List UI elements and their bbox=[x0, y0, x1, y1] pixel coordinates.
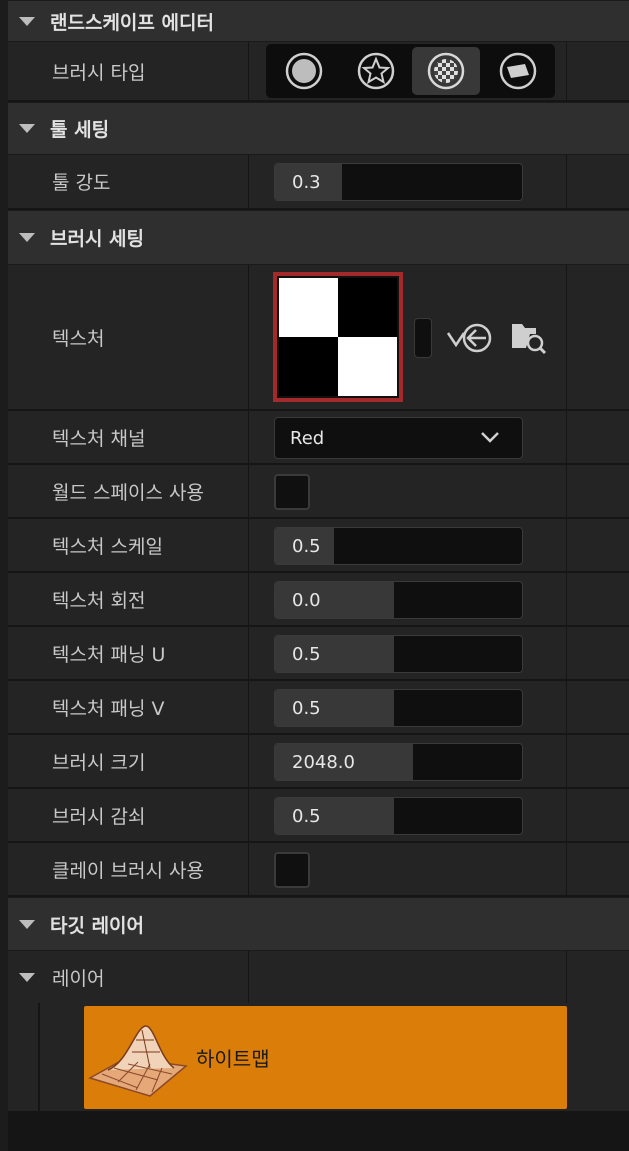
collapse-triangle-icon[interactable] bbox=[19, 973, 35, 982]
brush-falloff-field[interactable]: 0.5 bbox=[274, 797, 523, 835]
brush-type-label: 브러시 타입 bbox=[52, 61, 146, 84]
layer-list: 하이트맵 bbox=[8, 1003, 629, 1111]
section-title: 랜드스케이프 에디터 bbox=[50, 11, 214, 34]
row-tool-strength: 툴 강도 0.3 bbox=[8, 155, 629, 210]
texture-scale-field[interactable]: 0.5 bbox=[274, 527, 523, 565]
use-world-space-checkbox[interactable] bbox=[274, 474, 310, 510]
row-texture-scale: 텍스처 스케일 0.5 bbox=[8, 519, 629, 573]
brush-size-field[interactable]: 2048.0 bbox=[274, 743, 523, 781]
brush-size-value: 2048.0 bbox=[292, 751, 355, 773]
texture-pan-v-value: 0.5 bbox=[292, 697, 321, 719]
row-use-clay-brush: 클레이 브러시 사용 bbox=[8, 843, 629, 897]
texture-rotation-label: 텍스처 회전 bbox=[52, 589, 146, 612]
layer-item-heightmap[interactable]: 하이트맵 bbox=[84, 1006, 567, 1109]
brush-type-circle-button[interactable] bbox=[270, 47, 338, 95]
row-brush-size: 브러시 크기 2048.0 bbox=[8, 735, 629, 789]
use-clay-brush-label: 클레이 브러시 사용 bbox=[52, 859, 204, 882]
section-title: 타깃 레이어 bbox=[50, 914, 145, 937]
section-target-layers[interactable]: 타깃 레이어 bbox=[8, 897, 629, 951]
row-use-world-space: 월드 스페이스 사용 bbox=[8, 465, 629, 519]
texture-rotation-field[interactable]: 0.0 bbox=[274, 581, 523, 619]
brush-falloff-label: 브러시 감쇠 bbox=[52, 805, 146, 828]
browse-asset-icon[interactable] bbox=[510, 320, 548, 356]
brush-type-selector bbox=[266, 44, 555, 98]
tool-strength-label: 툴 강도 bbox=[52, 172, 111, 194]
texture-rotation-value: 0.0 bbox=[292, 589, 321, 611]
layers-label: 레이어 bbox=[52, 967, 105, 990]
brush-type-component-button[interactable] bbox=[484, 47, 552, 95]
row-texture-rotation: 텍스처 회전 0.0 bbox=[8, 573, 629, 627]
use-world-space-label: 월드 스페이스 사용 bbox=[52, 481, 204, 504]
use-selected-asset-icon[interactable] bbox=[446, 321, 492, 355]
texture-label: 텍스처 bbox=[52, 327, 105, 350]
section-title: 브러시 세팅 bbox=[50, 228, 145, 250]
texture-channel-label: 텍스처 채널 bbox=[52, 427, 146, 450]
alpha-brush-icon bbox=[427, 52, 465, 90]
tool-strength-value: 0.3 bbox=[292, 171, 321, 193]
texture-scale-value: 0.5 bbox=[292, 535, 321, 557]
collapse-triangle-icon[interactable] bbox=[19, 233, 35, 242]
brush-type-alpha-button[interactable] bbox=[412, 47, 480, 95]
row-texture-pan-u: 텍스처 패닝 U 0.5 bbox=[8, 627, 629, 681]
section-tool-settings[interactable]: 툴 세팅 bbox=[8, 102, 629, 155]
chevron-down-icon bbox=[481, 432, 499, 443]
texture-thumbnail[interactable] bbox=[273, 272, 403, 402]
brush-falloff-value: 0.5 bbox=[292, 805, 321, 827]
circle-brush-icon bbox=[285, 52, 323, 90]
row-texture-pan-v: 텍스처 패닝 V 0.5 bbox=[8, 681, 629, 735]
texture-pan-v-label: 텍스처 패닝 V bbox=[52, 697, 165, 720]
texture-pan-u-label: 텍스처 패닝 U bbox=[52, 643, 166, 666]
heightmap-layer-icon bbox=[88, 1025, 188, 1097]
texture-channel-dropdown[interactable]: Red bbox=[274, 417, 523, 459]
pattern-brush-icon bbox=[499, 52, 537, 90]
section-landscape-editor[interactable]: 랜드스케이프 에디터 bbox=[8, 0, 629, 42]
collapse-triangle-icon[interactable] bbox=[19, 919, 35, 929]
section-title: 툴 세팅 bbox=[50, 119, 110, 141]
use-clay-brush-checkbox[interactable] bbox=[274, 852, 310, 888]
tool-strength-field[interactable]: 0.3 bbox=[274, 163, 523, 201]
row-texture-channel: 텍스처 채널 Red bbox=[8, 411, 629, 465]
star-brush-icon bbox=[357, 52, 395, 90]
texture-slot[interactable] bbox=[414, 318, 432, 358]
texture-pan-u-field[interactable]: 0.5 bbox=[274, 635, 523, 673]
row-layers[interactable]: 레이어 bbox=[8, 951, 629, 1003]
heightmap-layer-label: 하이트맵 bbox=[196, 1047, 270, 1071]
left-gutter bbox=[0, 0, 8, 1151]
collapse-triangle-icon[interactable] bbox=[19, 124, 35, 133]
texture-pan-v-field[interactable]: 0.5 bbox=[274, 689, 523, 727]
texture-channel-value: Red bbox=[290, 427, 325, 449]
texture-scale-label: 텍스처 스케일 bbox=[52, 535, 163, 558]
brush-type-pattern-button[interactable] bbox=[342, 47, 410, 95]
collapse-triangle-icon[interactable] bbox=[19, 16, 35, 26]
section-brush-settings[interactable]: 브러시 세팅 bbox=[8, 210, 629, 265]
texture-pan-u-value: 0.5 bbox=[292, 643, 321, 665]
row-brush-falloff: 브러시 감쇠 0.5 bbox=[8, 789, 629, 843]
brush-size-label: 브러시 크기 bbox=[52, 751, 146, 774]
